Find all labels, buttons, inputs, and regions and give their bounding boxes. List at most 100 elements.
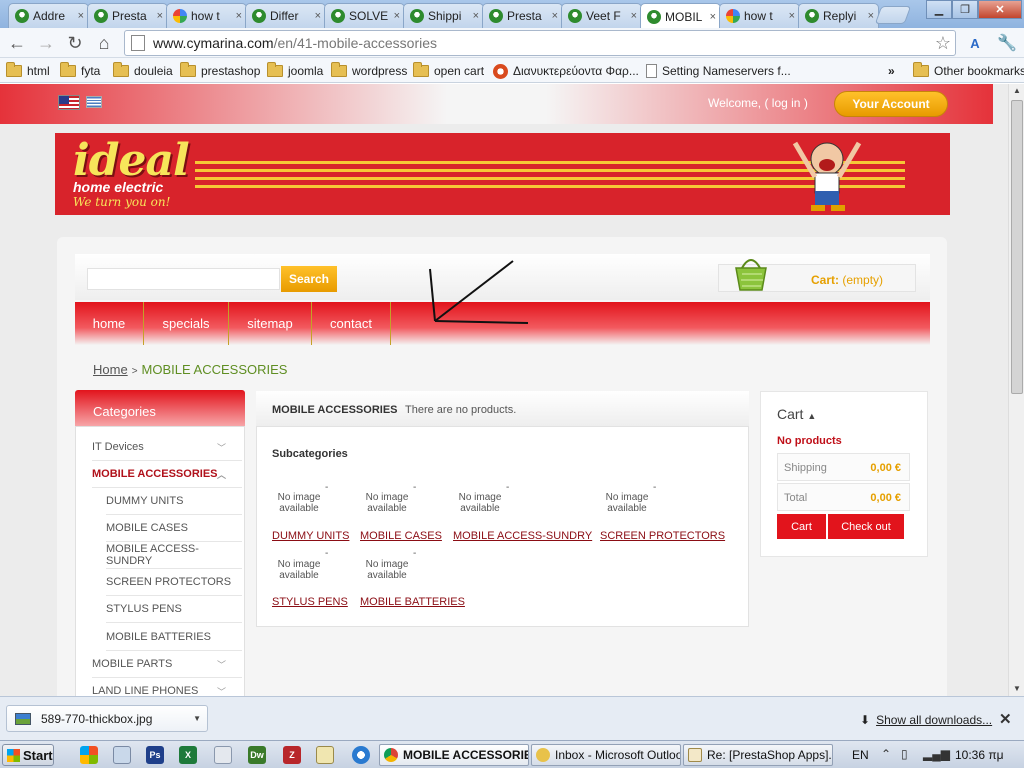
close-tab-icon[interactable]: ×	[631, 10, 637, 22]
browser-tab[interactable]: Presta ×	[87, 3, 168, 28]
browser-tab[interactable]: Addre ×	[8, 3, 89, 28]
windows-icon[interactable]	[80, 746, 98, 764]
your-account-button[interactable]: Your Account	[834, 91, 948, 117]
excel-icon[interactable]: X	[179, 746, 197, 764]
internet-explorer-icon[interactable]	[352, 746, 370, 764]
subcategory-link-mobile-cases[interactable]: MOBILE CASES	[360, 530, 442, 542]
no-image-placeholder[interactable]: No image available	[269, 492, 329, 514]
bookmark-star-icon[interactable]: ☆	[935, 33, 951, 54]
address-bar[interactable]: www.cymarina.com/en/41-mobile-accessorie…	[124, 30, 956, 56]
browser-tab[interactable]: Veet F ×	[561, 3, 642, 28]
browser-tab-active[interactable]: MOBIL ×	[640, 3, 721, 29]
close-tab-icon[interactable]: ×	[552, 10, 558, 22]
new-tab-button[interactable]	[874, 6, 912, 24]
close-tab-icon[interactable]: ×	[789, 10, 795, 22]
bookmark-folder[interactable]: wordpress	[331, 62, 407, 80]
device-icon[interactable]: ▯	[901, 747, 908, 761]
photoshop-icon[interactable]: Ps	[146, 746, 164, 764]
bookmark-folder[interactable]: prestashop	[180, 62, 260, 80]
bookmark-link[interactable]: Διανυκτερεύοντα Φαρ...	[493, 62, 639, 80]
menu-home[interactable]: home	[75, 302, 144, 345]
taskbar-item-email[interactable]: Re: [PrestaShop Apps]...	[683, 744, 833, 766]
no-image-placeholder[interactable]: No image available	[269, 559, 329, 581]
other-bookmarks[interactable]: Other bookmarks	[913, 62, 1024, 80]
search-input[interactable]	[87, 268, 280, 290]
greek-flag-icon[interactable]	[86, 96, 102, 108]
chevron-up-icon[interactable]: ︿	[217, 468, 226, 481]
search-button[interactable]: Search	[281, 266, 337, 292]
page-scrollbar[interactable]: ▲ ▼	[1008, 84, 1024, 696]
clock[interactable]: 10:36 πμ	[955, 748, 1004, 762]
close-window-button[interactable]: ✕	[978, 0, 1022, 19]
bookmark-folder[interactable]: html	[6, 62, 50, 80]
welcome-login-link[interactable]: Welcome, ( log in )	[708, 96, 808, 110]
checkout-button[interactable]: Check out	[828, 514, 904, 539]
subcategory-screen-protectors[interactable]: SCREEN PROTECTORS	[106, 569, 242, 596]
browser-tab[interactable]: Presta ×	[482, 3, 563, 28]
close-tab-icon[interactable]: ×	[473, 10, 479, 22]
close-tab-icon[interactable]: ×	[868, 10, 874, 22]
menu-contact[interactable]: contact	[312, 302, 391, 345]
forward-icon[interactable]: →	[35, 32, 57, 54]
breadcrumb-home-link[interactable]: Home	[93, 362, 128, 377]
close-tab-icon[interactable]: ×	[315, 10, 321, 22]
reload-icon[interactable]: ↻	[64, 32, 86, 54]
back-icon[interactable]: ←	[6, 32, 28, 54]
dropdown-caret-icon[interactable]: ▼	[193, 714, 201, 723]
bookmark-folder[interactable]: open cart	[413, 62, 484, 80]
network-icon[interactable]: ▂▄▆	[923, 747, 950, 761]
minimize-button[interactable]: ▁	[926, 0, 952, 19]
category-it-devices[interactable]: IT Devices ﹀	[92, 434, 242, 461]
browser-tab[interactable]: Differ ×	[245, 3, 326, 28]
browser-tab[interactable]: how t ×	[719, 3, 800, 28]
scroll-down-icon[interactable]: ▼	[1009, 682, 1024, 696]
chevron-down-icon[interactable]: ﹀	[217, 441, 226, 454]
site-banner[interactable]: ideal home electric We turn you on!	[55, 133, 950, 215]
no-image-placeholder[interactable]: No image available	[450, 492, 510, 514]
bookmark-folder[interactable]: joomla	[267, 62, 323, 80]
category-mobile-accessories[interactable]: MOBILE ACCESSORIES ︿	[92, 461, 242, 488]
no-image-placeholder[interactable]: No image available	[597, 492, 657, 514]
cart-block-title[interactable]: Cart ▲	[777, 406, 816, 422]
bookmark-link[interactable]: Setting Nameservers f...	[646, 62, 791, 80]
bookmark-folder[interactable]: fyta	[60, 62, 100, 80]
calculator-icon[interactable]	[113, 746, 131, 764]
menu-sitemap[interactable]: sitemap	[229, 302, 312, 345]
chevron-down-icon[interactable]: ﹀	[217, 658, 226, 671]
subcategory-link-mobile-access-sundry[interactable]: MOBILE ACCESS-SUNDRY	[453, 530, 592, 542]
filezilla-icon[interactable]: Z	[283, 746, 301, 764]
close-tab-icon[interactable]: ×	[157, 10, 163, 22]
subcategory-link-stylus-pens[interactable]: STYLUS PENS	[272, 596, 348, 608]
scrollbar-thumb[interactable]	[1011, 100, 1023, 394]
subcategory-link-screen-protectors[interactable]: SCREEN PROTECTORS	[600, 530, 725, 542]
home-icon[interactable]: ⌂	[93, 32, 115, 54]
cart-button[interactable]: Cart	[777, 514, 826, 539]
chevron-down-icon[interactable]: ﹀	[217, 685, 226, 697]
subcategory-mobile-cases[interactable]: MOBILE CASES	[106, 515, 242, 542]
bookmark-folder[interactable]: douleia	[113, 62, 173, 80]
category-land-line-phones[interactable]: LAND LINE PHONES ﹀	[92, 678, 242, 696]
restore-button[interactable]: ❐	[952, 0, 978, 19]
browser-tab[interactable]: Replyi ×	[798, 3, 879, 28]
close-tab-icon[interactable]: ×	[710, 11, 716, 23]
taskbar-item-chrome[interactable]: MOBILE ACCESSORIE...	[379, 744, 529, 766]
wrench-icon[interactable]: 🔧	[996, 32, 1018, 54]
browser-tab[interactable]: Shippi ×	[403, 3, 484, 28]
close-tab-icon[interactable]: ×	[78, 10, 84, 22]
close-downloads-icon[interactable]: ✕	[999, 710, 1012, 728]
english-flag-icon[interactable]	[58, 95, 80, 110]
show-all-downloads-link[interactable]: ⬇ Show all downloads...	[860, 713, 992, 727]
no-image-placeholder[interactable]: No image available	[357, 492, 417, 514]
download-item[interactable]: 589-770-thickbox.jpg ▼	[6, 705, 208, 732]
cart-summary-label[interactable]: Cart: (empty)	[811, 273, 883, 287]
menu-specials[interactable]: specials	[144, 302, 229, 345]
subcategory-dummy-units[interactable]: DUMMY UNITS	[106, 488, 242, 515]
show-hidden-icons-icon[interactable]: ⌃	[881, 747, 891, 761]
scroll-up-icon[interactable]: ▲	[1009, 84, 1024, 98]
notepad-icon[interactable]	[214, 746, 232, 764]
notes-icon[interactable]	[316, 746, 334, 764]
dreamweaver-icon[interactable]: Dw	[248, 746, 266, 764]
subcategory-link-mobile-batteries[interactable]: MOBILE BATTERIES	[360, 596, 465, 608]
browser-tab[interactable]: how t ×	[166, 3, 247, 28]
caret-up-icon[interactable]: ▲	[807, 411, 816, 421]
